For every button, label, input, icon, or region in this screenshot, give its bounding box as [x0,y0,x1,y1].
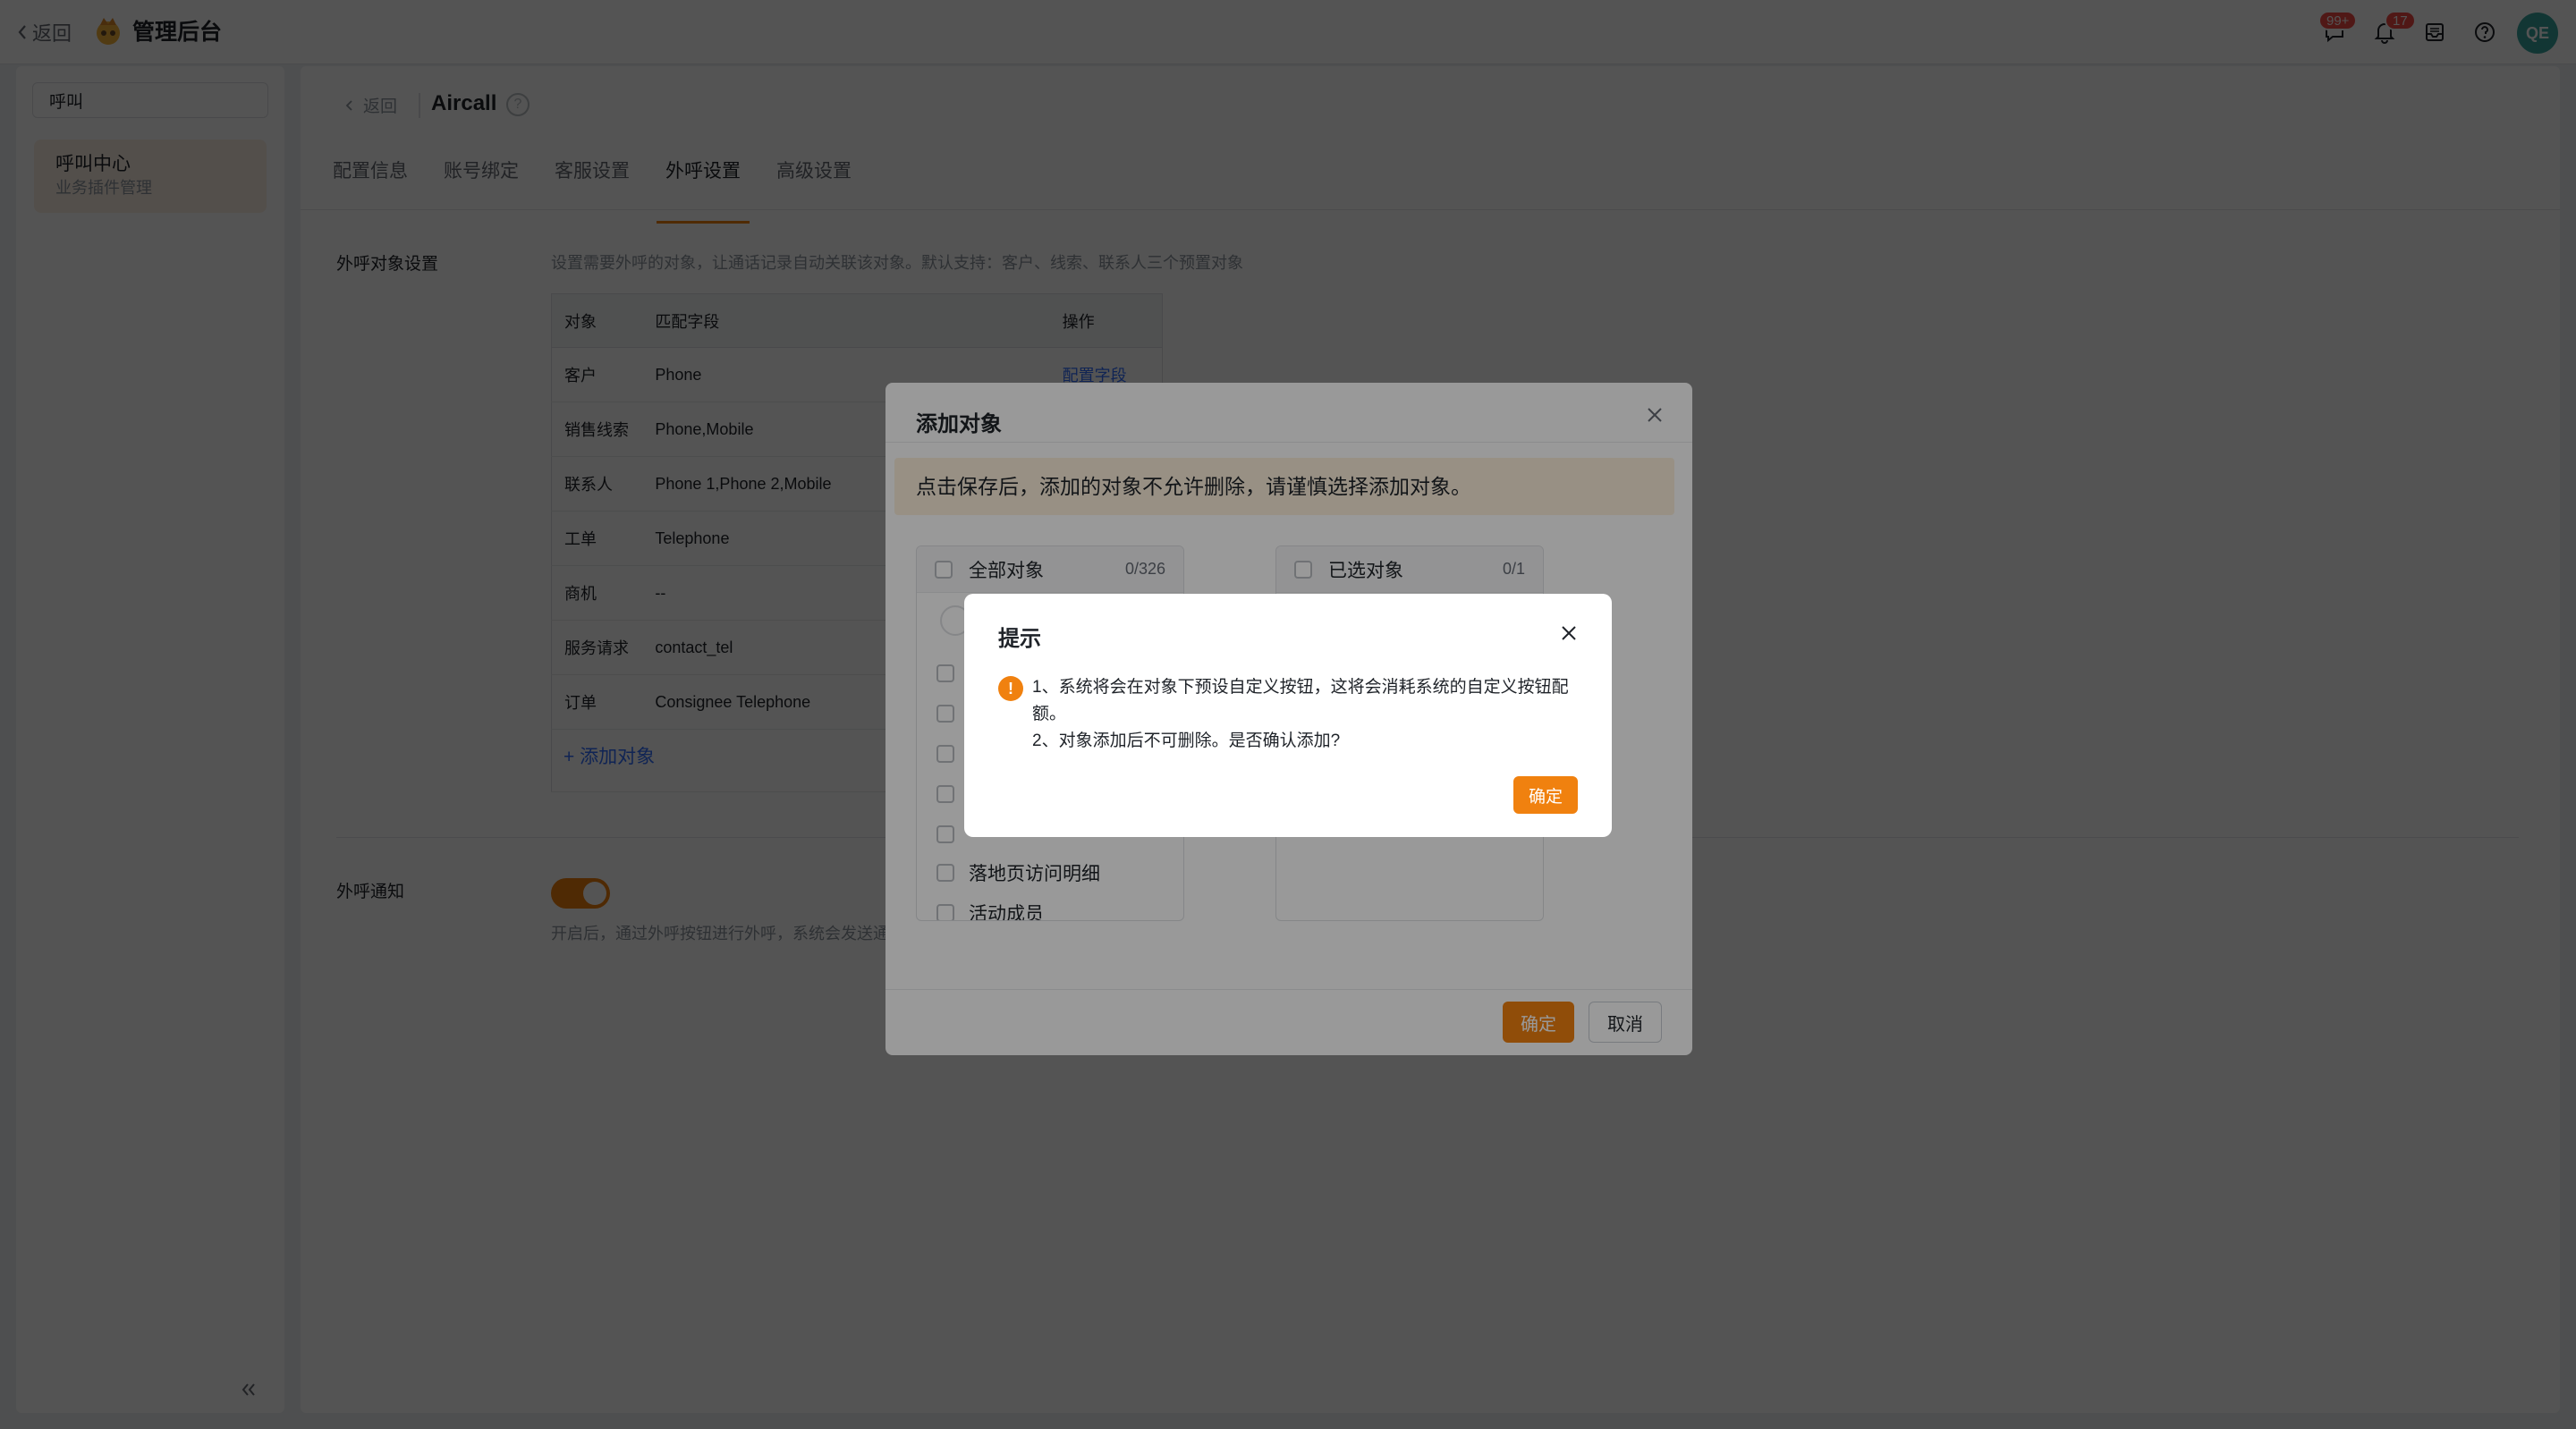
confirm-line-1: 1、系统将会在对象下预设自定义按钮，这将会消耗系统的自定义按钮配额。 [1032,678,1569,723]
confirm-title: 提示 [998,627,1041,651]
close-icon [1562,626,1576,640]
confirm-message: 1、系统将会在对象下预设自定义按钮，这将会消耗系统的自定义按钮配额。 2、对象添… [1032,674,1578,755]
confirm-ok-button[interactable]: 确定 [1513,776,1578,814]
warning-icon: ! [998,676,1023,701]
confirm-dialog: 提示 ! 1、系统将会在对象下预设自定义按钮，这将会消耗系统的自定义按钮配额。 … [964,594,1612,837]
confirm-line-2: 2、对象添加后不可删除。是否确认添加? [1032,731,1341,750]
confirm-close-button[interactable] [1558,622,1580,644]
